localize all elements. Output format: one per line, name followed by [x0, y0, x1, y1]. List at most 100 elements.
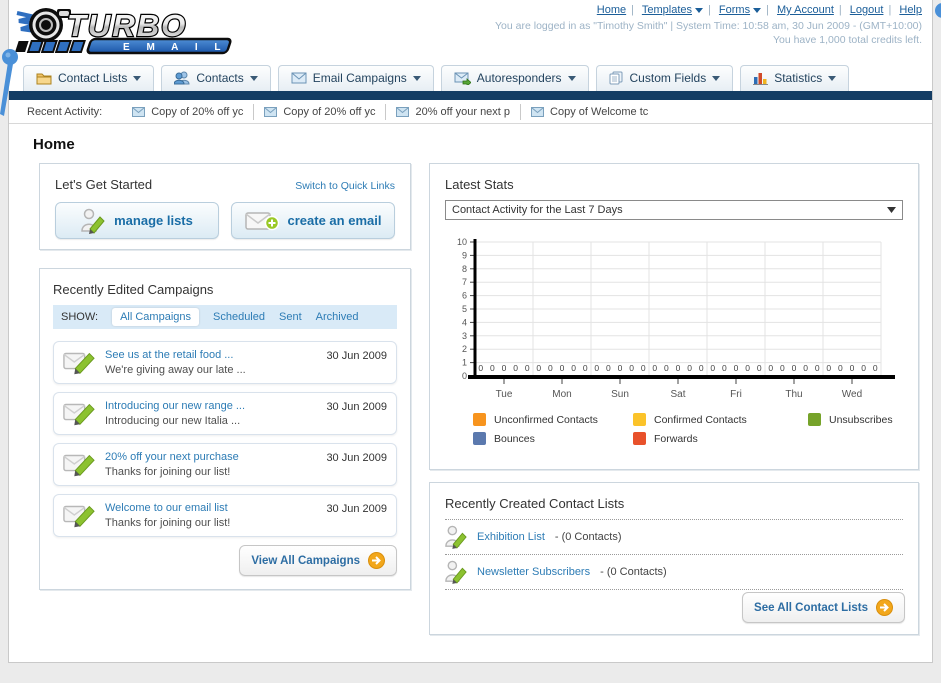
campaign-row[interactable]: 20% off your next purchase Thanks for jo…: [53, 443, 397, 486]
top-navigation: Home Templates Forms My Account Logout H…: [495, 4, 922, 16]
create-an-email-button[interactable]: create an email: [231, 202, 395, 239]
tab-statistics[interactable]: Statistics: [740, 65, 850, 91]
contact-list-count: - (0 Contacts): [600, 566, 667, 578]
svg-text:0: 0: [850, 363, 855, 373]
svg-text:0: 0: [513, 363, 518, 373]
campaign-filter-bar: SHOW: All Campaigns Scheduled Sent Archi…: [53, 305, 397, 329]
nav-link-logout[interactable]: Logout: [850, 4, 884, 16]
header-right: Home Templates Forms My Account Logout H…: [495, 4, 922, 46]
view-all-campaigns-button[interactable]: View All Campaigns: [239, 545, 397, 576]
recent-activity-item[interactable]: Copy of Welcome tc: [521, 104, 658, 120]
tab-autoresponders[interactable]: Autoresponders: [440, 65, 589, 91]
legend-swatch-unconfirmed: [473, 413, 486, 426]
contact-list-row[interactable]: Exhibition List - (0 Contacts): [445, 520, 903, 555]
manage-lists-button[interactable]: manage lists: [55, 202, 219, 239]
tab-label: Autoresponders: [476, 71, 562, 85]
svg-text:0: 0: [548, 363, 553, 373]
switch-to-quick-links-link[interactable]: Switch to Quick Links: [295, 180, 395, 192]
svg-text:10: 10: [457, 237, 467, 247]
svg-text:0: 0: [734, 363, 739, 373]
svg-text:0: 0: [536, 363, 541, 373]
svg-text:0: 0: [629, 363, 634, 373]
recent-activity-item[interactable]: Copy of 20% off yc: [254, 103, 387, 120]
manage-lists-label: manage lists: [114, 213, 193, 228]
recent-activity-item[interactable]: 20% off your next p: [386, 103, 522, 120]
nav-link-home[interactable]: Home: [597, 4, 626, 16]
svg-text:0: 0: [722, 363, 727, 373]
autoresponder-icon: [454, 72, 471, 85]
tab-label: Custom Fields: [629, 71, 707, 85]
activity-item-label: 20% off your next p: [415, 105, 511, 118]
svg-text:Wed: Wed: [842, 389, 862, 400]
svg-text:0: 0: [803, 363, 808, 373]
campaign-title-link[interactable]: See us at the retail food ...: [105, 348, 246, 363]
filter-all-campaigns[interactable]: All Campaigns: [112, 308, 199, 326]
campaign-row[interactable]: See us at the retail food ... We're givi…: [53, 341, 397, 384]
filter-scheduled[interactable]: Scheduled: [213, 311, 265, 323]
nav-link-templates[interactable]: Templates: [642, 4, 692, 16]
campaign-row[interactable]: Welcome to our email list Thanks for joi…: [53, 494, 397, 537]
svg-text:0: 0: [594, 363, 599, 373]
envelope-pencil-icon: [63, 454, 95, 477]
recent-activity-item[interactable]: Copy of 20% off yc: [122, 103, 255, 120]
legend-swatch-unsubscribes: [808, 413, 821, 426]
latest-stats-panel: Latest Stats Contact Activity for the La…: [429, 163, 919, 470]
contact-list-row[interactable]: Newsletter Subscribers - (0 Contacts): [445, 555, 903, 590]
tab-label: Contacts: [196, 71, 244, 85]
svg-text:Thu: Thu: [785, 389, 802, 400]
svg-text:0: 0: [757, 363, 762, 373]
nav-link-forms[interactable]: Forms: [719, 4, 750, 16]
arrow-right-icon: [368, 552, 385, 569]
campaign-title-link[interactable]: Welcome to our email list: [105, 501, 230, 516]
svg-text:0: 0: [780, 363, 785, 373]
campaign-title-link[interactable]: 20% off your next purchase: [105, 450, 239, 465]
stats-dropdown-value: Contact Activity for the Last 7 Days: [452, 204, 623, 216]
contact-list-name-link[interactable]: Exhibition List: [477, 531, 545, 543]
get-started-title: Let's Get Started: [55, 177, 153, 192]
chevron-down-icon: [695, 7, 703, 13]
svg-text:5: 5: [462, 304, 467, 314]
svg-text:0: 0: [478, 363, 483, 373]
campaign-title-link[interactable]: Introducing our new range ...: [105, 399, 245, 414]
activity-item-label: Copy of 20% off yc: [151, 105, 244, 118]
chevron-down-icon: [753, 7, 762, 13]
tab-contacts[interactable]: Contacts: [161, 65, 271, 91]
campaign-row[interactable]: Introducing our new range ... Introducin…: [53, 392, 397, 435]
nav-link-help[interactable]: Help: [899, 4, 922, 16]
contact-activity-chart: 0 1 2 3 4 5 6 7 8 9 10 0 0 0 0 0 Tue 0 0 0 0 0 Mon 0 0 0 0 0 Sun 0 0 0 0…: [445, 234, 903, 409]
svg-text:0: 0: [525, 363, 530, 373]
credits-text: You have 1,000 total credits left.: [772, 34, 922, 46]
create-email-label: create an email: [287, 213, 382, 228]
svg-text:Sat: Sat: [670, 389, 685, 400]
latest-stats-title: Latest Stats: [445, 177, 514, 192]
chevron-down-icon: [712, 75, 721, 81]
tab-label: Email Campaigns: [312, 71, 407, 85]
svg-text:Sun: Sun: [611, 389, 629, 400]
tab-email-campaigns[interactable]: Email Campaigns: [277, 65, 434, 91]
legend-swatch-confirmed: [633, 413, 646, 426]
svg-text:0: 0: [490, 363, 495, 373]
svg-text:0: 0: [664, 363, 669, 373]
see-all-contact-lists-button[interactable]: See All Contact Lists: [742, 592, 905, 623]
envelope-icon: [264, 106, 278, 117]
tab-custom-fields[interactable]: Custom Fields: [595, 65, 734, 91]
stats-dropdown[interactable]: Contact Activity for the Last 7 Days: [445, 200, 903, 220]
contact-list-name-link[interactable]: Newsletter Subscribers: [477, 566, 590, 578]
svg-text:0: 0: [618, 363, 623, 373]
svg-text:0: 0: [815, 363, 820, 373]
tab-contact-lists[interactable]: Contact Lists: [23, 65, 155, 91]
svg-text:8: 8: [462, 264, 467, 274]
svg-text:0: 0: [606, 363, 611, 373]
navy-divider-bar: [9, 91, 932, 100]
filter-archived[interactable]: Archived: [316, 311, 359, 323]
see-all-contact-lists-label: See All Contact Lists: [754, 601, 868, 614]
svg-text:9: 9: [462, 250, 467, 260]
show-label: SHOW:: [61, 311, 99, 323]
legend-item: Bounces: [473, 432, 633, 445]
nav-link-my-account[interactable]: My Account: [777, 4, 834, 16]
svg-text:0: 0: [583, 363, 588, 373]
campaign-date: 30 Jun 2009: [326, 452, 387, 464]
svg-text:0: 0: [838, 363, 843, 373]
filter-sent[interactable]: Sent: [279, 311, 302, 323]
svg-text:0: 0: [745, 363, 750, 373]
